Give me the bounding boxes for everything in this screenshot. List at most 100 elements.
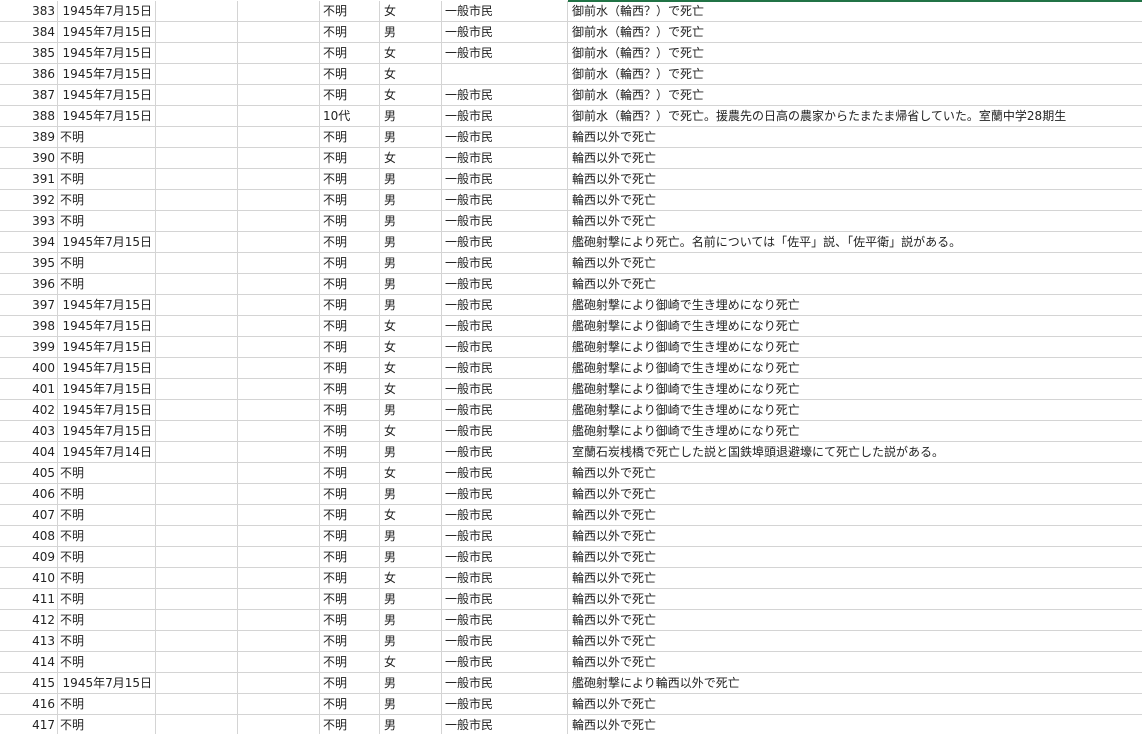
row-number-cell[interactable]: 403 bbox=[0, 421, 58, 442]
sex-cell[interactable]: 女 bbox=[380, 421, 442, 442]
note-cell[interactable]: 艦砲射撃により死亡。名前については「佐平」説、「佐平衛」説がある。 bbox=[568, 232, 1142, 253]
empty-cell[interactable] bbox=[238, 190, 320, 211]
date-cell[interactable]: 1945年7月15日 bbox=[58, 22, 156, 43]
date-cell[interactable]: 1945年7月14日 bbox=[58, 442, 156, 463]
age-cell[interactable]: 不明 bbox=[320, 547, 380, 568]
date-cell[interactable]: 1945年7月15日 bbox=[58, 358, 156, 379]
age-cell[interactable]: 不明 bbox=[320, 169, 380, 190]
note-cell[interactable]: 輪西以外で死亡 bbox=[568, 610, 1142, 631]
sex-cell[interactable]: 男 bbox=[380, 127, 442, 148]
category-cell[interactable]: 一般市民 bbox=[442, 127, 568, 148]
date-cell[interactable]: 1945年7月15日 bbox=[58, 85, 156, 106]
date-cell[interactable]: 1945年7月15日 bbox=[58, 400, 156, 421]
row-number-cell[interactable]: 397 bbox=[0, 295, 58, 316]
note-cell[interactable]: 輪西以外で死亡 bbox=[568, 547, 1142, 568]
category-cell[interactable]: 一般市民 bbox=[442, 442, 568, 463]
empty-cell[interactable] bbox=[156, 169, 238, 190]
date-cell[interactable]: 不明 bbox=[58, 253, 156, 274]
sex-cell[interactable]: 男 bbox=[380, 232, 442, 253]
empty-cell[interactable] bbox=[238, 316, 320, 337]
empty-cell[interactable] bbox=[156, 211, 238, 232]
empty-cell[interactable] bbox=[156, 106, 238, 127]
row-number-cell[interactable]: 387 bbox=[0, 85, 58, 106]
sex-cell[interactable]: 男 bbox=[380, 610, 442, 631]
row-number-cell[interactable]: 409 bbox=[0, 547, 58, 568]
category-cell[interactable]: 一般市民 bbox=[442, 631, 568, 652]
note-cell[interactable]: 艦砲射撃により輪西以外で死亡 bbox=[568, 673, 1142, 694]
empty-cell[interactable] bbox=[156, 568, 238, 589]
empty-cell[interactable] bbox=[156, 85, 238, 106]
age-cell[interactable]: 不明 bbox=[320, 274, 380, 295]
empty-cell[interactable] bbox=[156, 190, 238, 211]
category-cell[interactable]: 一般市民 bbox=[442, 358, 568, 379]
category-cell[interactable]: 一般市民 bbox=[442, 652, 568, 673]
date-cell[interactable]: 1945年7月15日 bbox=[58, 337, 156, 358]
row-number-cell[interactable]: 399 bbox=[0, 337, 58, 358]
sex-cell[interactable]: 男 bbox=[380, 22, 442, 43]
category-cell[interactable]: 一般市民 bbox=[442, 274, 568, 295]
category-cell[interactable]: 一般市民 bbox=[442, 547, 568, 568]
empty-cell[interactable] bbox=[238, 715, 320, 734]
row-number-cell[interactable]: 405 bbox=[0, 463, 58, 484]
note-cell[interactable]: 輪西以外で死亡 bbox=[568, 484, 1142, 505]
row-number-cell[interactable]: 393 bbox=[0, 211, 58, 232]
age-cell[interactable]: 不明 bbox=[320, 190, 380, 211]
note-cell[interactable]: 艦砲射撃により御崎で生き埋めになり死亡 bbox=[568, 421, 1142, 442]
empty-cell[interactable] bbox=[156, 505, 238, 526]
empty-cell[interactable] bbox=[156, 1, 238, 22]
empty-cell[interactable] bbox=[238, 85, 320, 106]
note-cell[interactable]: 輪西以外で死亡 bbox=[568, 190, 1142, 211]
age-cell[interactable]: 不明 bbox=[320, 85, 380, 106]
age-cell[interactable]: 不明 bbox=[320, 568, 380, 589]
sex-cell[interactable]: 女 bbox=[380, 43, 442, 64]
date-cell[interactable]: 1945年7月15日 bbox=[58, 64, 156, 85]
age-cell[interactable]: 10代 bbox=[320, 106, 380, 127]
age-cell[interactable]: 不明 bbox=[320, 694, 380, 715]
row-number-cell[interactable]: 413 bbox=[0, 631, 58, 652]
note-cell[interactable]: 輪西以外で死亡 bbox=[568, 568, 1142, 589]
sex-cell[interactable]: 女 bbox=[380, 64, 442, 85]
category-cell[interactable]: 一般市民 bbox=[442, 715, 568, 734]
note-cell[interactable]: 輪西以外で死亡 bbox=[568, 253, 1142, 274]
sex-cell[interactable]: 男 bbox=[380, 694, 442, 715]
category-cell[interactable]: 一般市民 bbox=[442, 673, 568, 694]
sex-cell[interactable]: 男 bbox=[380, 400, 442, 421]
row-number-cell[interactable]: 417 bbox=[0, 715, 58, 734]
category-cell[interactable]: 一般市民 bbox=[442, 484, 568, 505]
row-number-cell[interactable]: 385 bbox=[0, 43, 58, 64]
row-number-cell[interactable]: 410 bbox=[0, 568, 58, 589]
date-cell[interactable]: 不明 bbox=[58, 652, 156, 673]
age-cell[interactable]: 不明 bbox=[320, 22, 380, 43]
date-cell[interactable]: 不明 bbox=[58, 127, 156, 148]
empty-cell[interactable] bbox=[238, 379, 320, 400]
sex-cell[interactable]: 男 bbox=[380, 484, 442, 505]
category-cell[interactable]: 一般市民 bbox=[442, 253, 568, 274]
note-cell[interactable]: 室蘭石炭桟橋で死亡した説と国鉄埠頭退避壕にて死亡した説がある。 bbox=[568, 442, 1142, 463]
sex-cell[interactable]: 男 bbox=[380, 631, 442, 652]
empty-cell[interactable] bbox=[238, 673, 320, 694]
row-number-cell[interactable]: 411 bbox=[0, 589, 58, 610]
note-cell[interactable]: 輪西以外で死亡 bbox=[568, 169, 1142, 190]
sex-cell[interactable]: 女 bbox=[380, 568, 442, 589]
note-cell[interactable]: 輪西以外で死亡 bbox=[568, 526, 1142, 547]
empty-cell[interactable] bbox=[156, 316, 238, 337]
category-cell[interactable]: 一般市民 bbox=[442, 421, 568, 442]
empty-cell[interactable] bbox=[238, 337, 320, 358]
empty-cell[interactable] bbox=[156, 526, 238, 547]
empty-cell[interactable] bbox=[238, 484, 320, 505]
row-number-cell[interactable]: 389 bbox=[0, 127, 58, 148]
sex-cell[interactable]: 女 bbox=[380, 85, 442, 106]
note-cell[interactable]: 輪西以外で死亡 bbox=[568, 274, 1142, 295]
row-number-cell[interactable]: 404 bbox=[0, 442, 58, 463]
sex-cell[interactable]: 男 bbox=[380, 190, 442, 211]
sex-cell[interactable]: 男 bbox=[380, 526, 442, 547]
row-number-cell[interactable]: 396 bbox=[0, 274, 58, 295]
row-number-cell[interactable]: 407 bbox=[0, 505, 58, 526]
date-cell[interactable]: 1945年7月15日 bbox=[58, 673, 156, 694]
category-cell[interactable]: 一般市民 bbox=[442, 169, 568, 190]
category-cell[interactable]: 一般市民 bbox=[442, 232, 568, 253]
sex-cell[interactable]: 女 bbox=[380, 652, 442, 673]
date-cell[interactable]: 不明 bbox=[58, 211, 156, 232]
empty-cell[interactable] bbox=[238, 295, 320, 316]
row-number-cell[interactable]: 383 bbox=[0, 1, 58, 22]
